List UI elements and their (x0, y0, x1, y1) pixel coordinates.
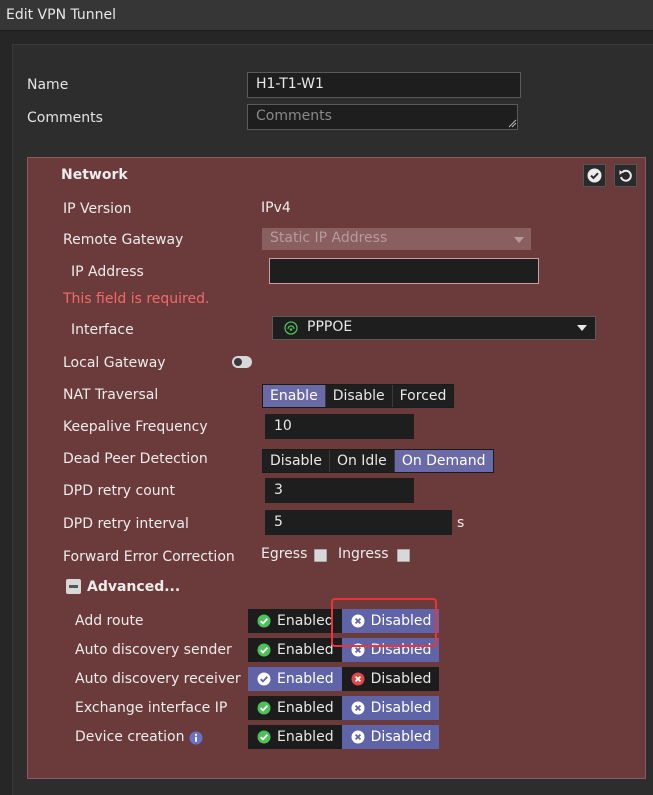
chevron-down-icon (514, 237, 524, 243)
enabled-label: Enabled (277, 671, 334, 687)
undo-icon (619, 169, 632, 182)
remote-gateway-label: Remote Gateway (63, 232, 184, 248)
dpd-retry-interval-unit: s (457, 515, 465, 531)
check-circle-icon (257, 614, 271, 628)
dpd-retry-count-label: DPD retry count (63, 483, 175, 499)
apply-button[interactable] (583, 164, 606, 187)
remote-gateway-select[interactable]: Static IP Address (262, 228, 531, 250)
exchange-interface-ip-label: Exchange interface IP (75, 700, 228, 716)
x-circle-icon (351, 701, 365, 715)
check-circle-icon (257, 730, 271, 744)
enabled-label: Enabled (277, 729, 334, 745)
enabled-label: Enabled (277, 613, 334, 629)
ip-version-label: IP Version (63, 201, 132, 217)
auto-discovery-sender-enabled-option[interactable]: Enabled (248, 638, 342, 662)
add-route-label: Add route (75, 613, 144, 629)
exchange-interface-ip-enabled-option[interactable]: Enabled (248, 696, 342, 720)
nat-traversal-label: NAT Traversal (63, 387, 159, 403)
comments-textarea[interactable]: Comments (247, 104, 518, 130)
highlight-box (331, 598, 437, 647)
check-circle-icon (587, 168, 602, 183)
fec-label: Forward Error Correction (63, 549, 235, 565)
check-circle-icon (257, 701, 271, 715)
exchange-interface-ip-disabled-option[interactable]: Disabled (341, 696, 440, 720)
disabled-label: Disabled (370, 729, 432, 745)
dpd-retry-interval-input[interactable]: 5 (265, 510, 452, 535)
exchange-interface-ip-toggle: Enabled Disabled (248, 696, 440, 720)
comments-label: Comments (27, 110, 103, 126)
enabled-label: Enabled (277, 642, 334, 658)
pppoe-interface-icon (284, 321, 298, 335)
network-section-title: Network (61, 167, 128, 183)
keepalive-input[interactable]: 10 (265, 414, 414, 439)
nat-traversal-option-disable[interactable]: Disable (325, 385, 393, 407)
local-gateway-label: Local Gateway (63, 355, 166, 371)
device-creation-label: Device creation (75, 729, 185, 745)
dpd-retry-interval-label: DPD retry interval (63, 516, 189, 532)
fec-ingress-checkbox[interactable] (397, 549, 410, 562)
window-titlebar: Edit VPN Tunnel (0, 0, 653, 31)
disabled-label: Disabled (370, 671, 432, 687)
fec-ingress-label: Ingress (338, 546, 389, 562)
error-message: This field is required. (63, 291, 210, 307)
fec-egress-label: Egress (261, 546, 308, 562)
x-circle-icon (351, 730, 365, 744)
x-circle-icon (351, 672, 365, 686)
nat-traversal-segmented: Enable Disable Forced (262, 384, 455, 408)
ip-address-label: IP Address (71, 264, 144, 280)
collapse-icon[interactable] (66, 579, 81, 594)
toggle-knob (234, 358, 242, 366)
auto-discovery-receiver-enabled-option[interactable]: Enabled (248, 667, 342, 691)
name-input[interactable]: H1-T1-W1 (247, 72, 521, 98)
remote-gateway-value: Static IP Address (270, 230, 388, 246)
window-title: Edit VPN Tunnel (6, 7, 117, 23)
dpd-option-disable[interactable]: Disable (263, 450, 330, 472)
fec-egress-checkbox[interactable] (314, 549, 327, 562)
resize-grip-icon[interactable] (508, 119, 517, 128)
keepalive-label: Keepalive Frequency (63, 419, 208, 435)
check-circle-icon (257, 643, 271, 657)
name-label: Name (27, 77, 69, 93)
chevron-down-icon (577, 325, 587, 331)
ip-version-value: IPv4 (261, 200, 291, 216)
dpd-segmented: Disable On Idle On Demand (262, 449, 494, 473)
ip-address-input[interactable] (269, 258, 539, 284)
dpd-label: Dead Peer Detection (63, 451, 208, 467)
disabled-label: Disabled (370, 700, 432, 716)
interface-label: Interface (71, 322, 134, 338)
auto-discovery-receiver-disabled-option[interactable]: Disabled (341, 667, 440, 691)
interface-value: PPPOE (307, 319, 353, 335)
device-creation-disabled-option[interactable]: Disabled (341, 725, 440, 749)
local-gateway-toggle[interactable] (232, 356, 252, 368)
device-creation-enabled-option[interactable]: Enabled (248, 725, 342, 749)
revert-button[interactable] (614, 164, 637, 187)
dpd-option-on-demand[interactable]: On Demand (394, 450, 493, 472)
info-icon[interactable] (189, 731, 203, 745)
dpd-retry-count-input[interactable]: 3 (265, 478, 414, 503)
check-circle-icon (257, 672, 271, 686)
dpd-option-on-idle[interactable]: On Idle (329, 450, 395, 472)
device-creation-toggle: Enabled Disabled (248, 725, 440, 749)
advanced-section-title[interactable]: Advanced... (87, 579, 180, 595)
auto-discovery-receiver-label: Auto discovery receiver (75, 671, 241, 687)
nat-traversal-option-enable[interactable]: Enable (263, 385, 326, 407)
auto-discovery-receiver-toggle: Enabled Disabled (248, 667, 440, 691)
auto-discovery-sender-label: Auto discovery sender (75, 642, 232, 658)
add-route-enabled-option[interactable]: Enabled (248, 609, 342, 633)
interface-select[interactable]: PPPOE (272, 316, 596, 340)
nat-traversal-option-forced[interactable]: Forced (392, 385, 454, 407)
enabled-label: Enabled (277, 700, 334, 716)
